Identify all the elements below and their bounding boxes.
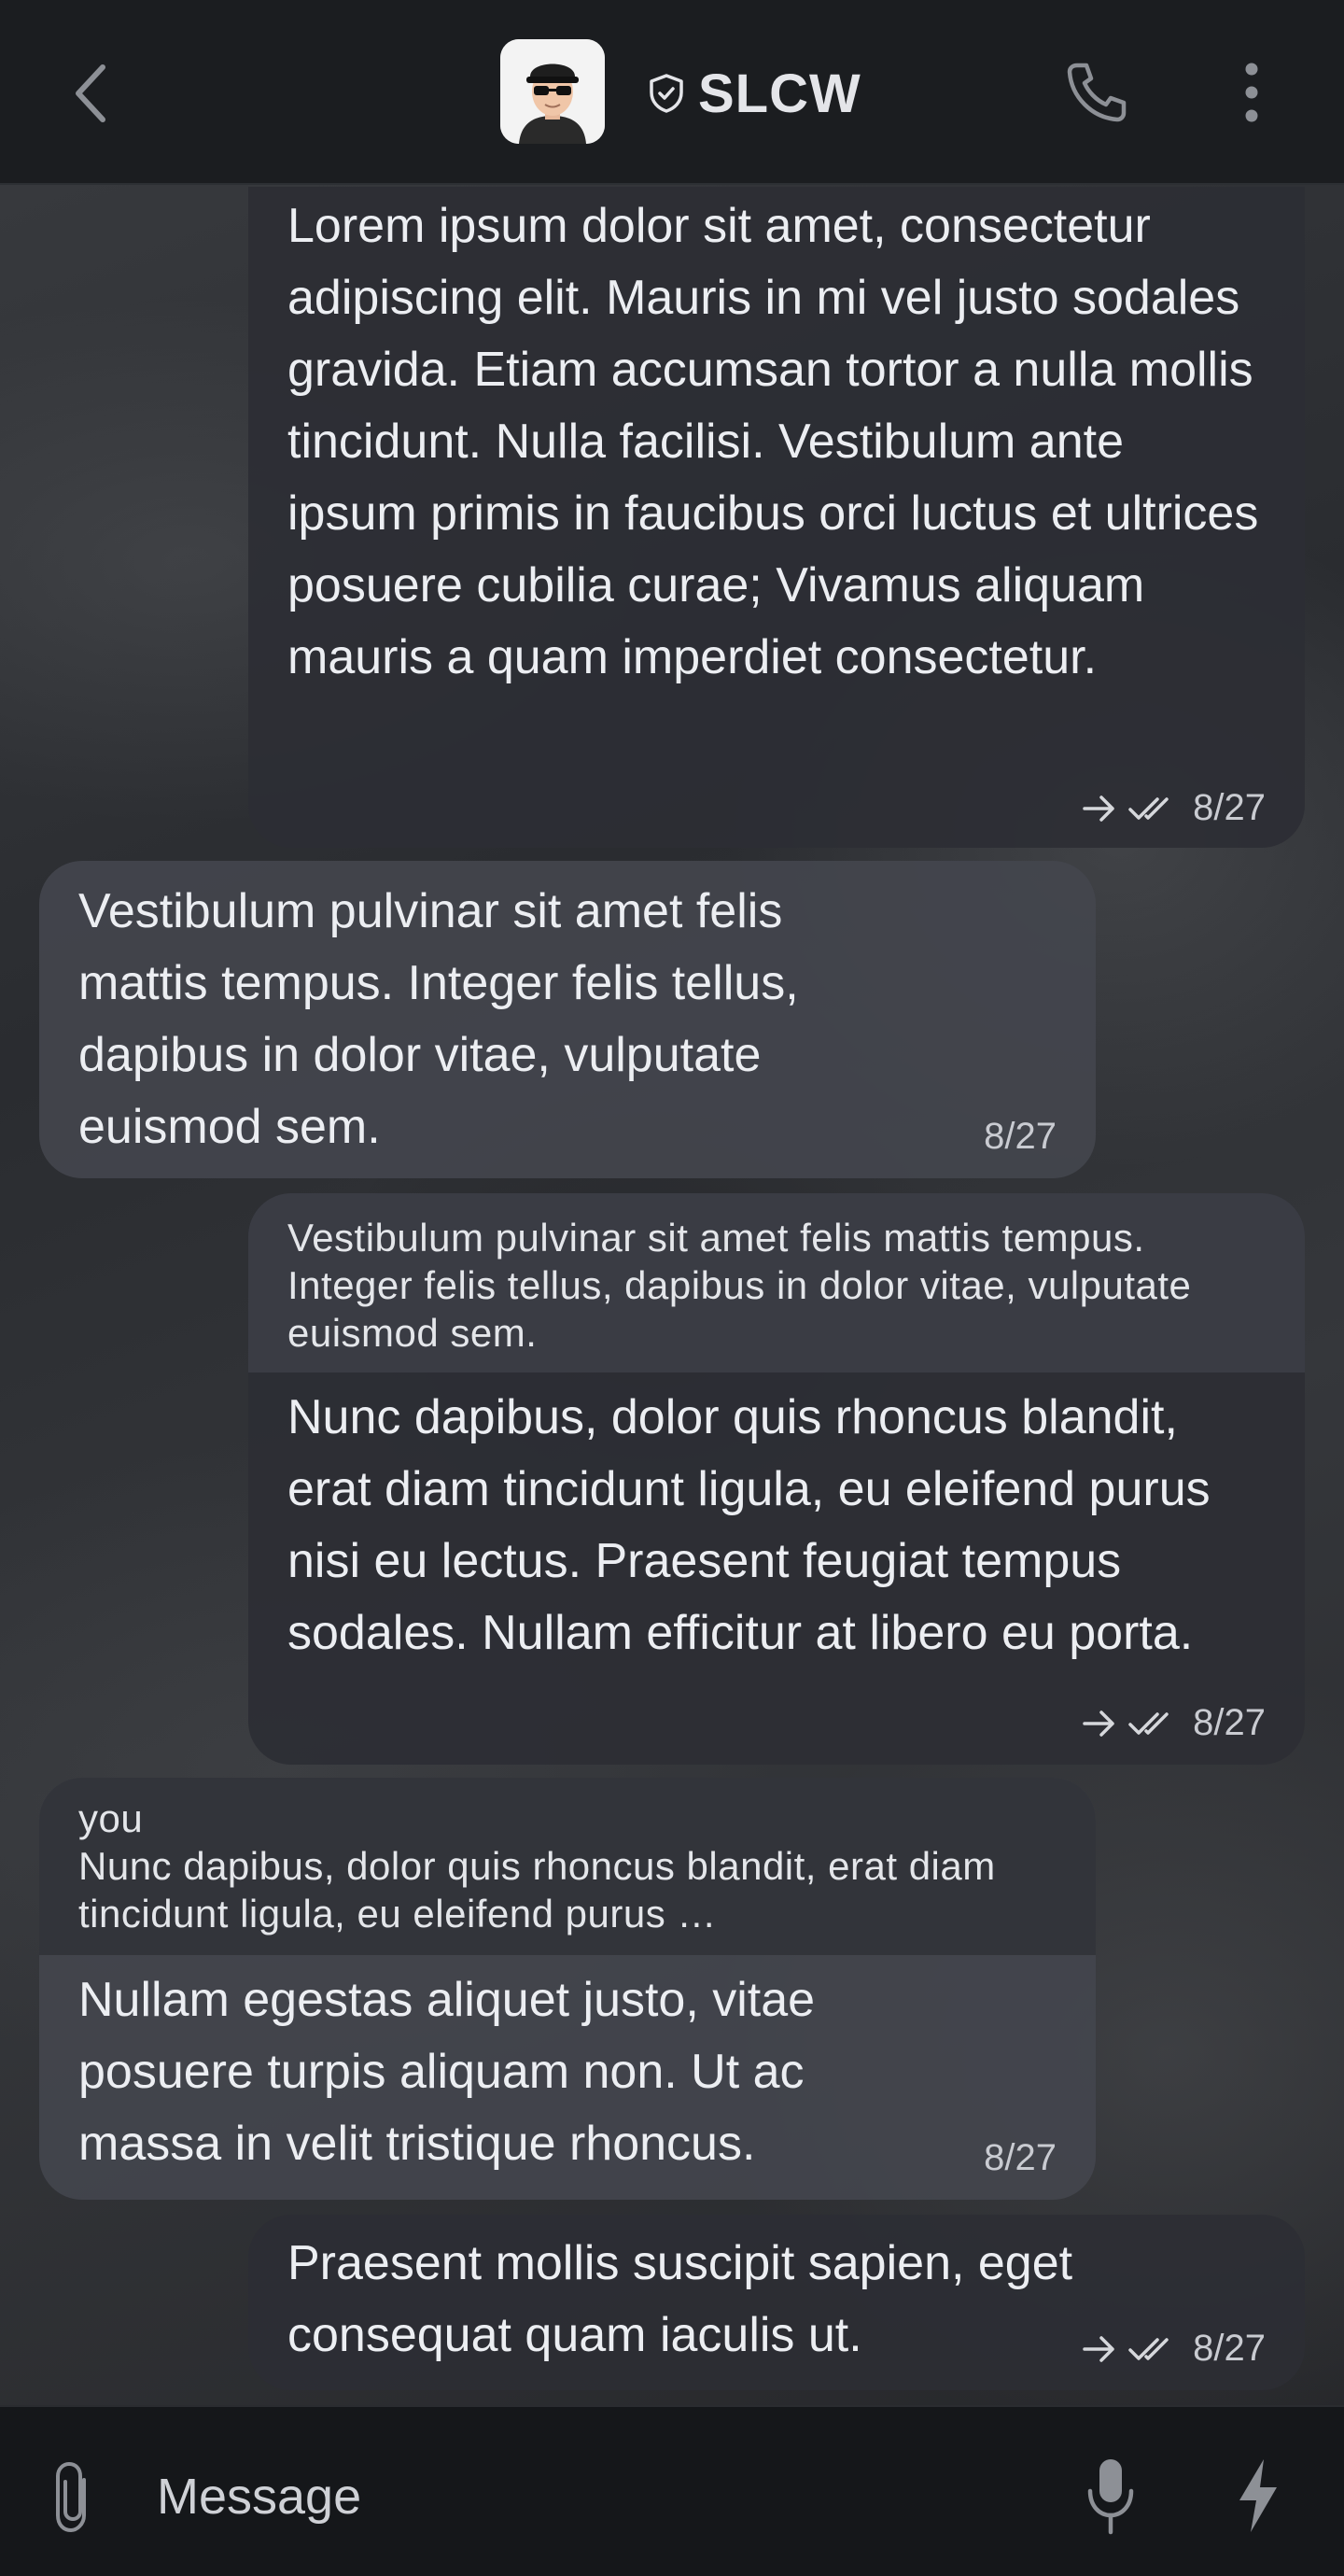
lightning-bolt-icon [1239,2459,1277,2532]
double-check-icon [1128,796,1169,820]
chevron-left-icon [76,64,105,122]
forwarded-arrow-icon [1083,1710,1114,1737]
message-text: Lorem ipsum dolor sit amet, consectetur … [287,199,1259,684]
message-time: 8/27 [1193,787,1266,828]
more-options-button[interactable] [1230,60,1273,125]
message-meta: 8/27 [1081,2328,1266,2370]
quoted-text: Vestibulum pulvinar sit amet felis matti… [287,1216,1192,1355]
message-time: 8/27 [1193,2328,1266,2369]
paperclip-icon [56,2461,86,2533]
message-time: 8/27 [984,2137,1057,2178]
quoted-message[interactable]: you Nunc dapibus, dolor quis rhoncus bla… [39,1778,1096,1955]
message-text: Vestibulum pulvinar sit amet felis matti… [78,884,799,1154]
avatar[interactable] [500,39,605,144]
chat-title: SLCW [698,63,861,124]
more-vertical-icon [1245,63,1258,122]
lightning-button[interactable] [1232,2456,1284,2536]
message-bubble-outgoing[interactable]: Lorem ipsum dolor sit amet, consectetur … [248,187,1305,848]
quoted-author: you [78,1796,144,1840]
message-meta: 8/27 [984,2137,1057,2179]
message-input[interactable] [157,2463,997,2530]
message-bubble-incoming[interactable]: you Nunc dapibus, dolor quis rhoncus bla… [39,1778,1096,2200]
message-text: Nunc dapibus, dolor quis rhoncus blandit… [287,1390,1211,1660]
call-button[interactable] [1064,60,1129,125]
microphone-icon [1087,2459,1134,2535]
forwarded-arrow-icon [1083,795,1114,822]
message-text: Nullam egestas aliquet justo, vitae posu… [78,1973,816,2171]
message-bubble-outgoing[interactable]: Vestibulum pulvinar sit amet felis matti… [248,1193,1305,1765]
chat-header: SLCW [0,0,1344,185]
message-time: 8/27 [1193,1702,1266,1743]
phone-icon [1067,63,1127,122]
back-button[interactable] [58,58,129,129]
message-bubble-outgoing[interactable]: Praesent mollis suscipit sapien, eget co… [248,2215,1305,2390]
shield-check-icon [650,74,683,113]
message-meta: 8/27 [1081,787,1266,829]
double-check-icon [1128,1711,1169,1735]
quoted-message[interactable]: Vestibulum pulvinar sit amet felis matti… [248,1193,1305,1372]
quoted-text: Nunc dapibus, dolor quis rhoncus blandit… [78,1844,996,1936]
avatar-image [500,39,605,144]
message-composer [0,2405,1344,2576]
chat-title-group[interactable]: SLCW [648,58,861,129]
message-time: 8/27 [984,1116,1057,1157]
attach-button[interactable] [47,2459,103,2534]
message-meta: 8/27 [984,1116,1057,1158]
double-check-icon [1128,2337,1169,2360]
message-bubble-incoming[interactable]: Vestibulum pulvinar sit amet felis matti… [39,861,1096,1178]
microphone-button[interactable] [1083,2456,1139,2536]
message-meta: 8/27 [1081,1702,1266,1744]
forwarded-arrow-icon [1083,2335,1114,2362]
